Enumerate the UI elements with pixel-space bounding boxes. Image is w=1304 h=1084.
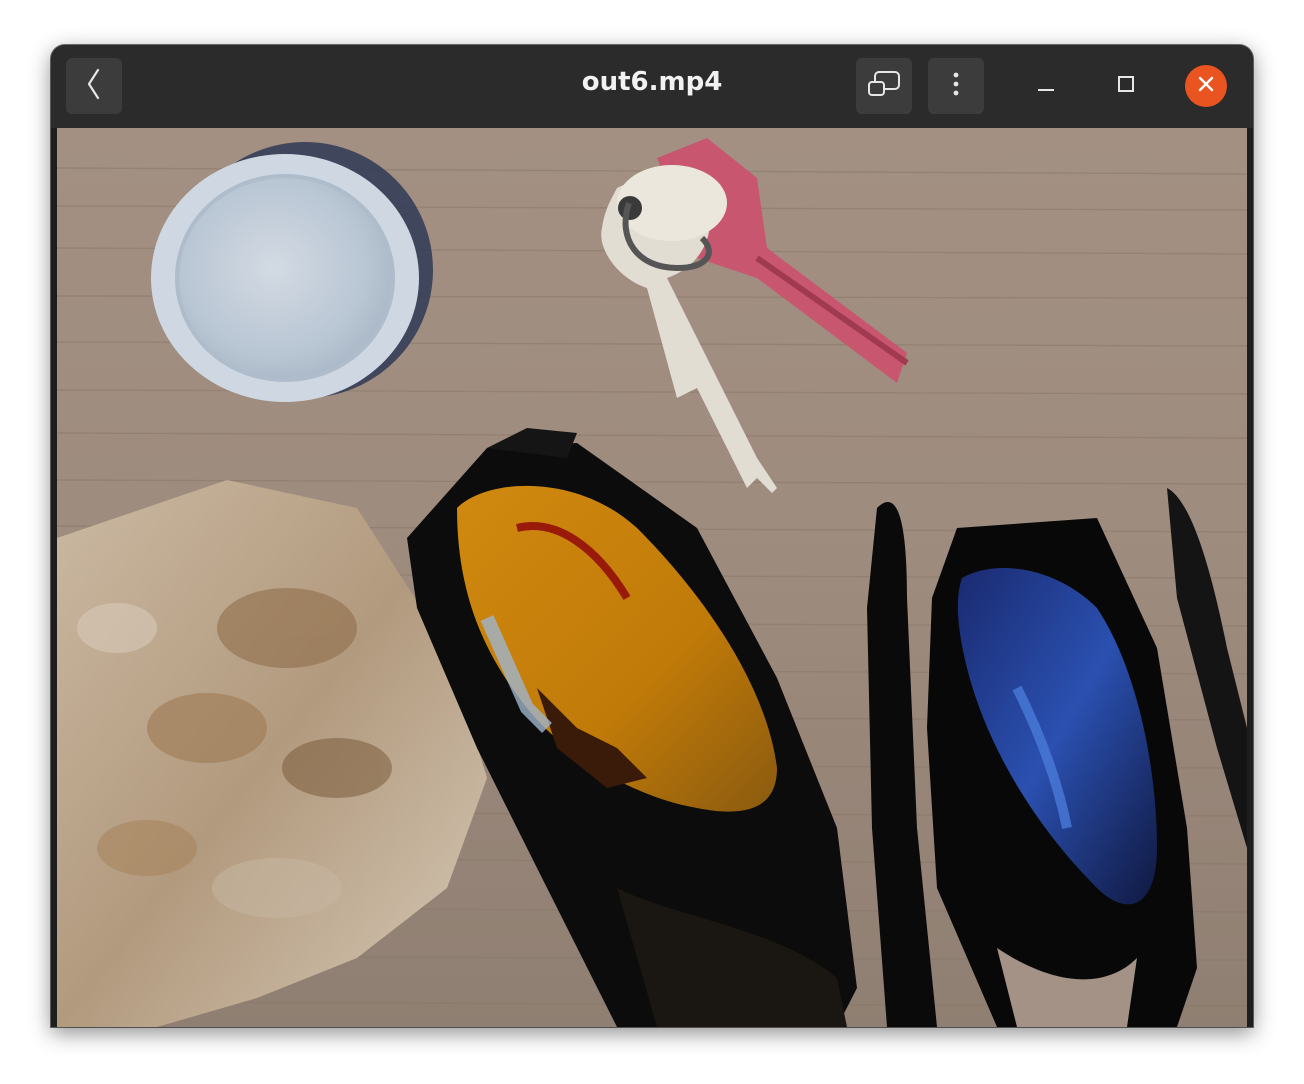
vertical-dots-menu-icon: [952, 71, 960, 101]
back-button[interactable]: [66, 58, 122, 114]
window-title: out6.mp4: [581, 67, 723, 97]
picture-in-picture-button[interactable]: [856, 58, 912, 114]
picture-in-picture-icon: [867, 70, 901, 102]
main-menu-button[interactable]: [928, 58, 984, 114]
chevron-left-icon: [84, 68, 104, 104]
minimize-button[interactable]: [1025, 65, 1067, 107]
close-button[interactable]: [1185, 65, 1227, 107]
close-icon: [1196, 74, 1216, 98]
minimize-icon: [1036, 74, 1056, 98]
video-frame-image: [57, 128, 1247, 1027]
video-player-window: out6.mp4: [51, 45, 1253, 1027]
video-frame[interactable]: [57, 128, 1247, 1027]
header-bar: out6.mp4: [51, 45, 1253, 128]
maximize-icon: [1116, 74, 1136, 98]
maximize-button[interactable]: [1105, 65, 1147, 107]
